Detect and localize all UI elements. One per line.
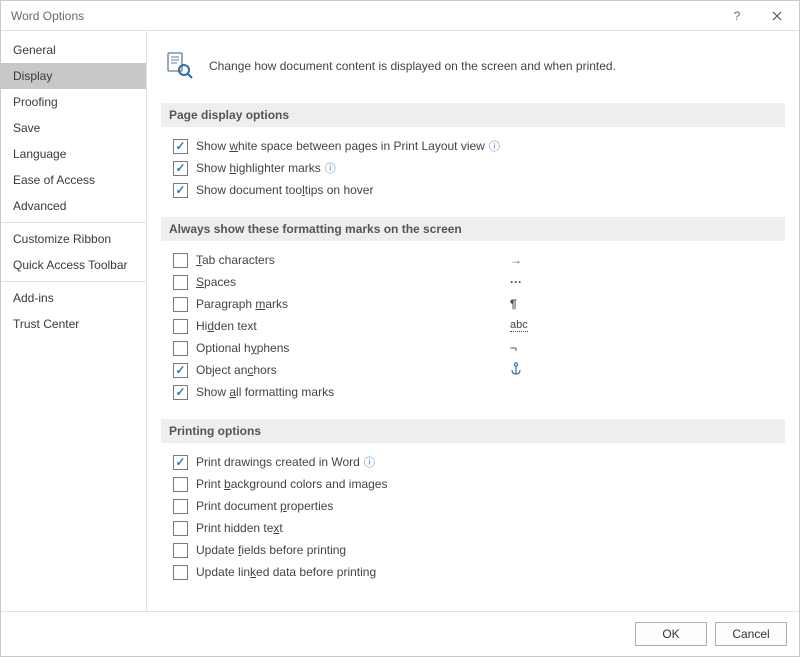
checkbox-optional-hyphens[interactable] [173, 341, 188, 356]
checkbox-spaces[interactable] [173, 275, 188, 290]
label-print-hidden: Print hidden text [196, 521, 283, 535]
info-icon[interactable]: ⓘ [325, 160, 336, 176]
label-spaces: Spaces [196, 275, 236, 289]
cancel-button[interactable]: Cancel [715, 622, 787, 646]
help-button[interactable]: ? [717, 2, 757, 30]
word-options-dialog: Word Options ? General Display Proofing … [0, 0, 800, 657]
checkbox-object-anchors[interactable] [173, 363, 188, 378]
info-icon[interactable]: ⓘ [489, 138, 500, 154]
sidebar-item-language[interactable]: Language [1, 141, 146, 167]
close-button[interactable] [757, 2, 797, 30]
category-sidebar: General Display Proofing Save Language E… [1, 31, 147, 611]
sidebar-separator [1, 281, 146, 282]
checkbox-print-properties[interactable] [173, 499, 188, 514]
label-print-drawings: Print drawings created in Word [196, 455, 360, 469]
label-hidden-text: Hidden text [196, 319, 257, 333]
anchor-icon [510, 362, 522, 379]
dialog-footer: OK Cancel [1, 611, 799, 656]
checkbox-show-highlighter[interactable] [173, 161, 188, 176]
label-paragraph-marks: Paragraph marks [196, 297, 288, 311]
label-optional-hyphens: Optional hyphens [196, 341, 289, 355]
section-heading-printing: Printing options [161, 419, 785, 443]
checkbox-update-fields[interactable] [173, 543, 188, 558]
sidebar-item-quick-access-toolbar[interactable]: Quick Access Toolbar [1, 252, 146, 278]
label-show-tooltips: Show document tooltips on hover [196, 183, 373, 197]
checkbox-tab-characters[interactable] [173, 253, 188, 268]
checkbox-show-whitespace[interactable] [173, 139, 188, 154]
sidebar-item-add-ins[interactable]: Add-ins [1, 285, 146, 311]
label-print-properties: Print document properties [196, 499, 333, 513]
sidebar-item-general[interactable]: General [1, 37, 146, 63]
section-heading-formatting: Always show these formatting marks on th… [161, 217, 785, 241]
checkbox-print-hidden[interactable] [173, 521, 188, 536]
sidebar-item-save[interactable]: Save [1, 115, 146, 141]
symbol-spaces: ··· [510, 275, 522, 289]
checkbox-show-tooltips[interactable] [173, 183, 188, 198]
symbol-paragraph: ¶ [510, 297, 517, 311]
sidebar-item-advanced[interactable]: Advanced [1, 193, 146, 219]
label-update-linked: Update linked data before printing [196, 565, 376, 579]
label-print-background: Print background colors and images [196, 477, 387, 491]
main-panel: Change how document content is displayed… [147, 31, 799, 611]
sidebar-item-proofing[interactable]: Proofing [1, 89, 146, 115]
sidebar-item-customize-ribbon[interactable]: Customize Ribbon [1, 226, 146, 252]
intro-text: Change how document content is displayed… [209, 59, 616, 73]
checkbox-hidden-text[interactable] [173, 319, 188, 334]
checkbox-show-all-marks[interactable] [173, 385, 188, 400]
sidebar-item-display[interactable]: Display [1, 63, 146, 89]
sidebar-separator [1, 222, 146, 223]
info-icon[interactable]: ⓘ [364, 454, 375, 470]
dialog-title: Word Options [11, 9, 717, 23]
label-show-all-marks: Show all formatting marks [196, 385, 334, 399]
symbol-hyphen: ¬ [510, 341, 517, 355]
label-show-whitespace: Show white space between pages in Print … [196, 139, 485, 153]
symbol-hidden: abc [510, 320, 528, 332]
intro-row: Change how document content is displayed… [161, 31, 785, 99]
document-search-icon [165, 51, 195, 81]
label-tab-characters: Tab characters [196, 253, 275, 267]
checkbox-update-linked[interactable] [173, 565, 188, 580]
checkbox-print-drawings[interactable] [173, 455, 188, 470]
checkbox-paragraph-marks[interactable] [173, 297, 188, 312]
symbol-tab: → [510, 253, 522, 267]
section-heading-page-display: Page display options [161, 103, 785, 127]
ok-button[interactable]: OK [635, 622, 707, 646]
sidebar-item-ease-of-access[interactable]: Ease of Access [1, 167, 146, 193]
title-bar: Word Options ? [1, 1, 799, 31]
checkbox-print-background[interactable] [173, 477, 188, 492]
label-update-fields: Update fields before printing [196, 543, 346, 557]
sidebar-item-trust-center[interactable]: Trust Center [1, 311, 146, 337]
label-object-anchors: Object anchors [196, 363, 277, 377]
label-show-highlighter: Show highlighter marks [196, 161, 321, 175]
